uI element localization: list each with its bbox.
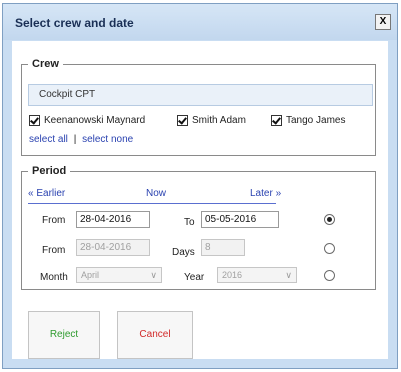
checkbox-checked-icon[interactable] — [271, 114, 282, 126]
earlier-link[interactable]: « Earlier — [28, 188, 65, 199]
reject-button[interactable]: Reject — [28, 311, 100, 359]
year-label: Year — [184, 272, 205, 283]
chevron-down-icon: ∨ — [285, 270, 292, 280]
year-select-disabled[interactable]: 2016 ∨ — [217, 267, 297, 283]
crew-member-label: Tango James — [286, 114, 346, 126]
year-select-value: 2016 — [222, 270, 243, 280]
crew-group-label: Cockpit CPT — [28, 84, 373, 106]
chevron-down-icon: ∨ — [150, 270, 157, 280]
dialog-titlebar: Select crew and date X — [3, 4, 397, 40]
checkbox-checked-icon[interactable] — [29, 114, 40, 126]
days-input-disabled[interactable] — [201, 239, 245, 256]
checkbox-checked-icon[interactable] — [177, 114, 188, 126]
from-label-2: From — [42, 245, 66, 256]
crew-legend: Crew — [32, 58, 59, 70]
crew-checkbox-smith-adam[interactable]: Smith Adam — [177, 113, 246, 127]
days-label: Days — [172, 247, 195, 258]
dialog-title: Select crew and date — [15, 16, 134, 30]
nav-underline — [28, 203, 276, 204]
selection-links: select all | select none — [29, 134, 133, 145]
period-legend: Period — [32, 165, 67, 177]
to-date-input[interactable] — [201, 211, 279, 228]
crew-member-label: Smith Adam — [192, 114, 246, 126]
cancel-button[interactable]: Cancel — [117, 311, 193, 359]
dialog-body: Crew Cockpit CPT Keenanowski Maynard Smi… — [12, 41, 388, 359]
range-radio[interactable] — [324, 214, 335, 225]
month-select-disabled[interactable]: April ∨ — [76, 267, 162, 283]
now-link[interactable]: Now — [146, 188, 166, 199]
later-link[interactable]: Later » — [250, 188, 281, 199]
to-label: To — [184, 217, 195, 228]
days-radio[interactable] — [324, 243, 335, 254]
month-label: Month — [40, 272, 68, 283]
close-button[interactable]: X — [375, 14, 391, 30]
select-all-link[interactable]: select all — [29, 134, 68, 145]
select-none-link[interactable]: select none — [82, 134, 133, 145]
month-radio[interactable] — [324, 270, 335, 281]
select-crew-dialog: Select crew and date X Crew Cockpit CPT … — [2, 3, 398, 369]
month-select-value: April — [81, 270, 100, 280]
crew-checkbox-tango-james[interactable]: Tango James — [271, 113, 345, 127]
from-label: From — [42, 215, 66, 226]
from-date-input-disabled[interactable] — [76, 239, 150, 256]
from-date-input[interactable] — [76, 211, 150, 228]
link-separator: | — [73, 134, 77, 145]
crew-member-label: Keenanowski Maynard — [44, 114, 146, 126]
crew-checkbox-keenanowski-maynard[interactable]: Keenanowski Maynard — [29, 113, 145, 127]
